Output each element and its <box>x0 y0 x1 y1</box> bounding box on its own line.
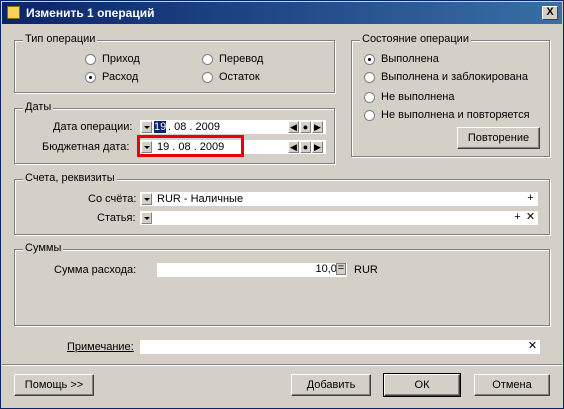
operation-date-next-icon[interactable]: ▶ <box>312 121 323 133</box>
operation-date-today-icon[interactable]: ● <box>300 121 311 133</box>
radio-balance[interactable] <box>202 72 213 83</box>
repeat-button[interactable]: Повторение <box>457 127 540 149</box>
operation-date-field[interactable]: 19 . 08 . 2009 ◀ ● ▶ <box>140 120 326 134</box>
article-add-icon[interactable]: + <box>512 212 523 223</box>
from-account-add-icon[interactable]: + <box>525 193 536 204</box>
sums-group: Суммы <box>14 242 550 326</box>
radio-income[interactable] <box>85 54 96 65</box>
cancel-button[interactable]: Отмена <box>474 374 550 396</box>
radio-transfer-label[interactable]: Перевод <box>219 53 263 65</box>
radio-not-done-repeat[interactable] <box>364 110 375 121</box>
radio-expense[interactable] <box>85 72 96 83</box>
app-icon <box>7 6 20 19</box>
operation-date-dropdown[interactable] <box>141 121 152 133</box>
radio-not-done-repeat-label[interactable]: Не выполнена и повторяется <box>381 109 530 121</box>
dialog-window: Изменить 1 операций X Тип операции Прихо… <box>0 0 564 409</box>
sums-title: Суммы <box>23 242 64 254</box>
radio-income-label[interactable]: Приход <box>102 53 140 65</box>
operation-date-label: Дата операции: <box>53 121 133 133</box>
operation-type-title: Тип операции <box>23 33 98 45</box>
budget-date-highlight <box>137 135 244 157</box>
radio-balance-label[interactable]: Остаток <box>219 71 260 83</box>
expense-sum-field[interactable]: 10,00 <box>157 263 347 277</box>
from-account-value[interactable]: RUR - Наличные <box>157 193 243 205</box>
budget-date-prev-icon[interactable]: ◀ <box>288 141 299 153</box>
title-bar: Изменить 1 операций X <box>2 2 562 24</box>
radio-transfer[interactable] <box>202 54 213 65</box>
radio-done[interactable] <box>364 54 375 65</box>
radio-expense-label[interactable]: Расход <box>102 71 138 83</box>
currency-label: RUR <box>354 264 378 276</box>
budget-date-next-icon[interactable]: ▶ <box>312 141 323 153</box>
note-field[interactable]: ✕ <box>140 340 540 354</box>
note-label: Примечание: <box>67 341 134 353</box>
article-label: Статья: <box>97 212 136 224</box>
budget-date-label: Бюджетная дата: <box>42 141 130 153</box>
bottom-separator <box>2 364 562 366</box>
from-account-dropdown[interactable] <box>141 193 152 205</box>
radio-done-locked-label[interactable]: Выполнена и заблокирована <box>381 71 528 83</box>
operation-date-rest[interactable]: . 08 . 2009 <box>168 121 220 133</box>
dates-title: Даты <box>23 101 54 113</box>
help-button[interactable]: Помощь >> <box>14 374 94 396</box>
calculator-icon[interactable]: = <box>336 263 346 275</box>
close-button[interactable]: X <box>542 6 558 20</box>
expense-sum-label: Сумма расхода: <box>54 264 137 276</box>
radio-not-done-label[interactable]: Не выполнена <box>381 91 455 103</box>
note-clear-icon[interactable]: ✕ <box>527 341 538 352</box>
budget-date-today-icon[interactable]: ● <box>300 141 311 153</box>
ok-button[interactable]: ОК <box>383 373 461 397</box>
accounts-title: Счета, реквизиты <box>23 172 117 184</box>
radio-done-locked[interactable] <box>364 72 375 83</box>
add-button[interactable]: Добавить <box>291 374 371 396</box>
operation-state-title: Состояние операции <box>360 33 471 45</box>
from-account-label: Со счёта: <box>88 193 137 205</box>
article-dropdown[interactable] <box>141 212 152 224</box>
article-field[interactable]: + ✕ <box>140 211 538 225</box>
from-account-field[interactable]: RUR - Наличные + <box>140 192 538 206</box>
operation-date-prev-icon[interactable]: ◀ <box>288 121 299 133</box>
radio-not-done[interactable] <box>364 92 375 103</box>
window-title: Изменить 1 операций <box>26 6 155 20</box>
accounts-group: Счета, реквизиты <box>14 172 550 235</box>
radio-done-label[interactable]: Выполнена <box>381 53 439 65</box>
operation-type-group: Тип операции <box>14 33 335 93</box>
article-clear-icon[interactable]: ✕ <box>525 212 536 223</box>
operation-date-day[interactable]: 19 <box>154 121 167 133</box>
